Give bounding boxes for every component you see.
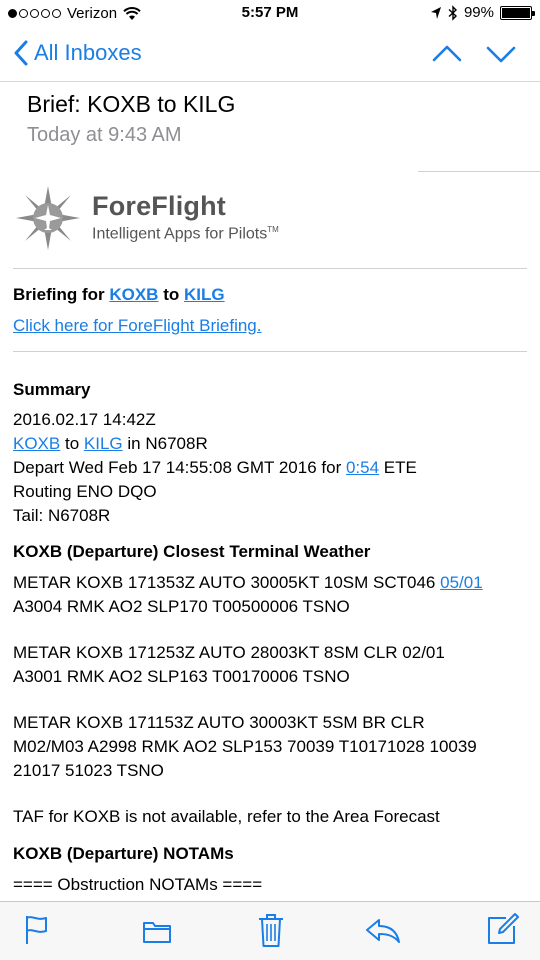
ete-link[interactable]: 0:54 [346, 458, 379, 477]
metar-1-line-1: METAR KOXB 171353Z AUTO 30005KT 10SM SCT… [13, 571, 528, 595]
summary-route: KOXB to KILG in N6708R [13, 432, 528, 456]
logo-divider [13, 268, 527, 269]
briefing-divider [13, 351, 527, 352]
notams-heading: KOXB (Departure) NOTAMs [13, 844, 234, 863]
location-arrow-icon [430, 6, 441, 19]
message-date: Today at 9:43 AM [27, 124, 182, 146]
briefing-prefix: Briefing for [13, 285, 105, 304]
briefing-line: Briefing for KOXB to KILG [13, 283, 528, 307]
ete-label: ETE [383, 458, 417, 477]
reply-icon[interactable] [365, 918, 401, 944]
previous-message-button[interactable] [432, 42, 462, 66]
flag-icon[interactable] [24, 914, 50, 946]
route-origin-link[interactable]: KOXB [13, 434, 60, 453]
briefing-destination-link[interactable]: KILG [184, 285, 225, 304]
depart-text: Depart Wed Feb 17 14:55:08 GMT 2016 for [13, 458, 342, 477]
trademark: TM [267, 225, 279, 235]
status-right: 99% [430, 4, 535, 21]
metar-3: METAR KOXB 171153Z AUTO 30003KT 5SM BR C… [13, 711, 528, 783]
metar-1: METAR KOXB 171353Z AUTO 30005KT 10SM SCT… [13, 571, 528, 619]
taf-notice: TAF for KOXB is not available, refer to … [13, 807, 440, 826]
back-button[interactable]: All Inboxes [14, 40, 142, 66]
metar-3-line-2: M02/M03 A2998 RMK AO2 SLP153 70039 T1017… [13, 737, 477, 756]
briefing-connector: to [163, 285, 180, 304]
metar-1-line-2: A3004 RMK AO2 SLP170 T00500006 TSNO [13, 597, 350, 616]
bottom-toolbar [0, 901, 540, 960]
obstruction-notams: ==== Obstruction NOTAMs ==== [13, 875, 263, 894]
trash-icon[interactable] [257, 912, 285, 948]
route-aircraft: in N6708R [127, 434, 208, 453]
summary-heading: Summary [13, 380, 91, 399]
logo-brand: ForeFlight [92, 191, 226, 222]
battery-icon [500, 5, 535, 20]
status-bar: Verizon 5:57 PM 99% [0, 0, 540, 30]
foreflight-logo: ForeFlight Intelligent Apps for PilotsTM [14, 184, 279, 252]
metar-1-temp-link[interactable]: 05/01 [440, 573, 483, 592]
back-label: All Inboxes [34, 40, 142, 65]
summary-tail: Tail: N6708R [13, 506, 111, 525]
logo-tagline: Intelligent Apps for PilotsTM [92, 226, 279, 242]
route-destination-link[interactable]: KILG [84, 434, 123, 453]
navigation-bar: All Inboxes [0, 30, 540, 82]
summary-routing: Routing ENO DQO [13, 482, 157, 501]
summary-depart: Depart Wed Feb 17 14:55:08 GMT 2016 for … [13, 456, 528, 480]
compose-icon[interactable] [486, 912, 520, 946]
next-message-button[interactable] [486, 42, 516, 66]
header-divider [418, 171, 540, 172]
metar-1-text: METAR KOXB 171353Z AUTO 30005KT 10SM SCT… [13, 573, 436, 592]
folder-icon[interactable] [142, 918, 172, 944]
metar-2-line-1: METAR KOXB 171253Z AUTO 28003KT 8SM CLR … [13, 643, 445, 662]
briefing-link-row: Click here for ForeFlight Briefing. [13, 314, 528, 338]
chevron-left-icon [14, 40, 28, 66]
summary-datetime: 2016.02.17 14:42Z [13, 410, 156, 429]
summary-block: 2016.02.17 14:42Z KOXB to KILG in N6708R… [13, 408, 528, 528]
foreflight-compass-icon [16, 186, 80, 250]
battery-level [502, 7, 530, 18]
tagline-text: Intelligent Apps for Pilots [92, 225, 268, 243]
weather-heading: KOXB (Departure) Closest Terminal Weathe… [13, 542, 371, 561]
bluetooth-icon [448, 4, 457, 21]
foreflight-briefing-link[interactable]: Click here for ForeFlight Briefing. [13, 316, 261, 335]
message-subject: Brief: KOXB to KILG [27, 91, 236, 117]
metar-2-line-2: A3001 RMK AO2 SLP163 T00170006 TSNO [13, 667, 350, 686]
metar-3-line-3: 21017 51023 TSNO [13, 761, 164, 780]
battery-percent: 99% [463, 4, 494, 21]
metar-2: METAR KOXB 171253Z AUTO 28003KT 8SM CLR … [13, 641, 528, 689]
message-header: Brief: KOXB to KILG Today at 9:43 AM [27, 88, 527, 147]
route-connector: to [64, 434, 80, 453]
metar-3-line-1: METAR KOXB 171153Z AUTO 30003KT 5SM BR C… [13, 713, 425, 732]
briefing-origin-link[interactable]: KOXB [109, 285, 158, 304]
